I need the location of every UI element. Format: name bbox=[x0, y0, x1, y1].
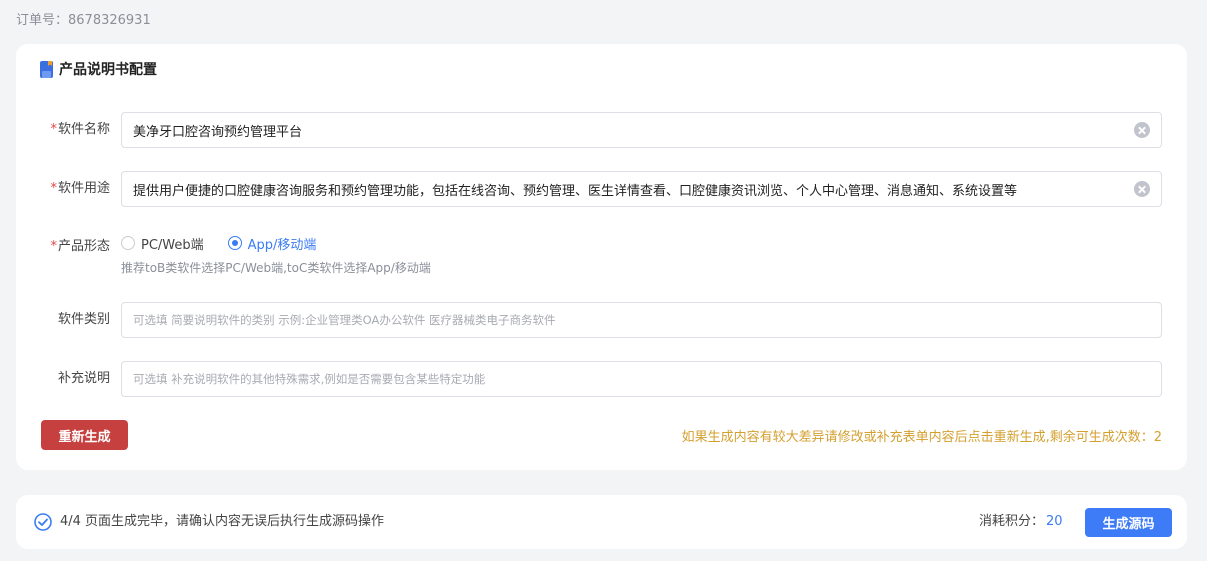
product-manual-config-card: 产品说明书配置 *软件名称 美净牙口腔咨询预约管理平台 *软件用途 提供用户便捷… bbox=[16, 44, 1187, 470]
order-number: 订单号：8678326931 bbox=[16, 9, 151, 28]
product-form-label-text: 产品形态 bbox=[57, 239, 110, 254]
document-icon bbox=[40, 60, 55, 79]
supplement-input[interactable]: 可选填 补充说明软件的其他特殊需求,例如是否需要包含某些特定功能 bbox=[121, 361, 1162, 397]
radio-icon[interactable] bbox=[121, 236, 135, 250]
software-name-value: 美净牙口腔咨询预约管理平台 bbox=[133, 124, 303, 140]
radio-app-mobile[interactable]: App/移动端 bbox=[227, 234, 317, 253]
check-circle-icon bbox=[34, 513, 52, 531]
software-usage-value: 提供用户便捷的口腔健康咨询服务和预约管理功能，包括在线咨询、预约管理、医生详情查… bbox=[133, 183, 1018, 199]
points-label: 消耗积分： bbox=[979, 514, 1045, 529]
software-category-placeholder: 可选填 简要说明软件的类别 示例:企业管理类OA办公软件 医疗器械类电子商务软件 bbox=[133, 313, 556, 327]
card-title-text: 产品说明书配置 bbox=[59, 62, 157, 78]
generate-source-button[interactable]: 生成源码 bbox=[1085, 508, 1172, 537]
order-number-label: 订单号： bbox=[16, 13, 69, 28]
software-name-label: *软件名称 bbox=[40, 112, 110, 148]
required-mark: * bbox=[50, 122, 57, 137]
radio-icon[interactable] bbox=[227, 236, 242, 250]
card-title: 产品说明书配置 bbox=[40, 59, 157, 79]
points-value: 20 bbox=[1046, 514, 1063, 529]
software-category-label: 软件类别 bbox=[57, 312, 110, 327]
software-usage-input[interactable]: 提供用户便捷的口腔健康咨询服务和预约管理功能，包括在线咨询、预约管理、医生详情查… bbox=[121, 171, 1162, 207]
regenerate-note: 如果生成内容有较大差异请修改或补充表单内容后点击重新生成,剩余可生成次数：2 bbox=[681, 430, 1162, 445]
points-cost: 消耗积分： 20 bbox=[979, 513, 1063, 531]
product-form-label: *产品形态 bbox=[40, 229, 110, 265]
software-usage-label: *软件用途 bbox=[40, 171, 110, 207]
software-name-label-text: 软件名称 bbox=[57, 122, 110, 137]
product-form-hint: 推荐toB类软件选择PC/Web端,toC类软件选择App/移动端 bbox=[121, 261, 431, 275]
order-number-value: 8678326931 bbox=[68, 13, 151, 28]
footer-bar: 4/4 页面生成完毕，请确认内容无误后执行生成源码操作 消耗积分： 20 生成源码 bbox=[16, 495, 1187, 549]
radio-pc-web-label[interactable]: PC/Web端 bbox=[141, 234, 204, 253]
supplement-placeholder: 可选填 补充说明软件的其他特殊需求,例如是否需要包含某些特定功能 bbox=[133, 372, 486, 386]
product-form-radio-group: PC/Web端 App/移动端 bbox=[121, 233, 316, 253]
radio-pc-web[interactable]: PC/Web端 bbox=[121, 234, 204, 253]
required-mark: * bbox=[50, 239, 57, 254]
generation-status: 4/4 页面生成完毕，请确认内容无误后执行生成源码操作 bbox=[60, 514, 385, 529]
clear-icon[interactable] bbox=[1134, 122, 1150, 138]
software-category-input[interactable]: 可选填 简要说明软件的类别 示例:企业管理类OA办公软件 医疗器械类电子商务软件 bbox=[121, 302, 1162, 338]
regenerate-button[interactable]: 重新生成 bbox=[41, 420, 128, 450]
software-name-input[interactable]: 美净牙口腔咨询预约管理平台 bbox=[121, 112, 1162, 148]
supplement-label: 补充说明 bbox=[57, 371, 110, 386]
clear-icon[interactable] bbox=[1134, 181, 1150, 197]
radio-app-mobile-label[interactable]: App/移动端 bbox=[248, 234, 317, 253]
required-mark: * bbox=[50, 181, 57, 196]
software-usage-label-text: 软件用途 bbox=[57, 181, 110, 196]
